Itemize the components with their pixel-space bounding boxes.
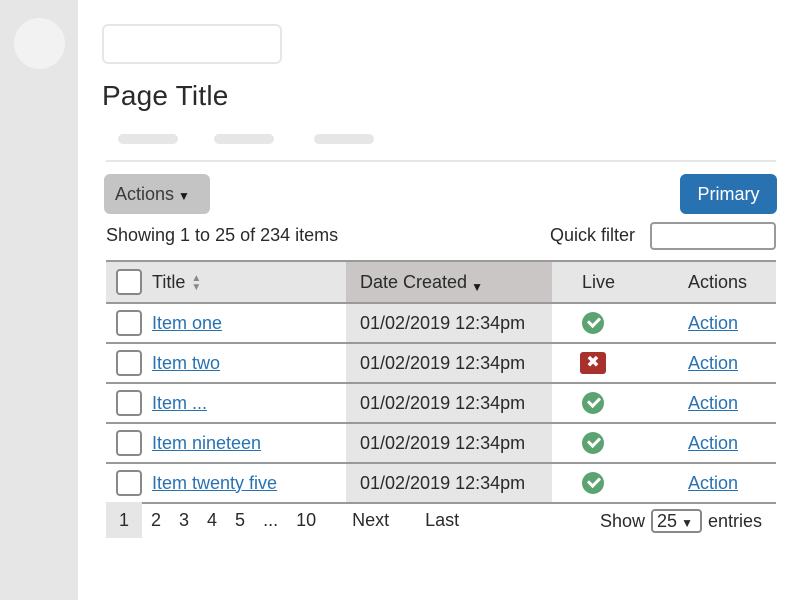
actions-button-label: Actions (115, 183, 175, 204)
actions-dropdown-button[interactable]: Actions ▼ (104, 174, 210, 214)
table-row: Item two 01/02/2019 12:34pm ✖ Action (106, 343, 776, 383)
row-date-cell: 01/02/2019 12:34pm (346, 343, 552, 383)
sort-descending-icon[interactable]: ▼ (471, 280, 483, 294)
show-label: Show (600, 510, 646, 531)
row-select-cell (106, 303, 152, 343)
check-circle-icon (582, 392, 604, 415)
row-action-link[interactable]: Action (688, 313, 738, 333)
table-header-row: Title ▲ ▼ Date Created ▼ Live Actions (106, 261, 776, 303)
page-link-4[interactable]: 4 (198, 502, 226, 538)
row-actions-cell: Action (672, 383, 776, 423)
header-divider (106, 160, 776, 162)
page-size-select[interactable]: 25 ▼ (651, 509, 703, 533)
page-link-2[interactable]: 2 (142, 502, 170, 538)
column-header-date-created[interactable]: Date Created ▼ (346, 261, 552, 303)
page-link-10[interactable]: 10 (287, 502, 325, 538)
sidebar (0, 0, 78, 600)
page-title: Page Title (102, 80, 229, 111)
row-date-cell: 01/02/2019 12:34pm (346, 303, 552, 343)
item-title-link[interactable]: Item ... (152, 393, 207, 413)
next-page-link[interactable]: Next (343, 502, 398, 538)
column-title-label: Title (152, 271, 186, 292)
table-row: Item nineteen 01/02/2019 12:34pm Action (106, 423, 776, 463)
column-date-label: Date Created (360, 271, 468, 292)
check-circle-icon (582, 432, 604, 455)
column-header-title[interactable]: Title ▲ ▼ (152, 261, 346, 303)
row-actions-cell: Action (672, 463, 776, 503)
row-title-cell: Item two (152, 343, 346, 383)
row-checkbox[interactable] (116, 350, 142, 376)
row-live-cell (552, 463, 672, 503)
showing-count-text: Showing 1 to 25 of 234 items (106, 225, 339, 245)
tab-placeholder-2[interactable] (214, 134, 274, 144)
row-action-link[interactable]: Action (688, 393, 738, 413)
row-live-cell (552, 303, 672, 343)
row-checkbox[interactable] (116, 390, 142, 416)
page-link-5[interactable]: 5 (226, 502, 254, 538)
caret-down-icon: ▼ (681, 516, 693, 530)
table-row: Item one 01/02/2019 12:34pm Action (106, 303, 776, 343)
item-title-link[interactable]: Item nineteen (152, 433, 261, 453)
page-size-value: 25 (657, 511, 678, 531)
row-checkbox[interactable] (116, 310, 142, 336)
tab-placeholder-3[interactable] (314, 134, 374, 144)
row-title-cell: Item nineteen (152, 423, 346, 463)
row-date-cell: 01/02/2019 12:34pm (346, 463, 552, 503)
item-title-link[interactable]: Item twenty five (152, 473, 277, 493)
row-checkbox[interactable] (116, 470, 142, 496)
item-title-link[interactable]: Item two (152, 353, 220, 373)
select-all-checkbox[interactable] (116, 269, 142, 295)
column-header-actions: Actions (688, 271, 748, 292)
check-circle-icon (582, 472, 604, 495)
row-select-cell (106, 423, 152, 463)
row-select-cell (106, 383, 152, 423)
table-row: Item twenty five 01/02/2019 12:34pm Acti… (106, 463, 776, 503)
items-table: Title ▲ ▼ Date Created ▼ Live Actions Item … (106, 260, 776, 504)
row-actions-cell: Action (672, 303, 776, 343)
row-action-link[interactable]: Action (688, 433, 738, 453)
row-select-cell (106, 463, 152, 503)
quick-filter-label: Quick filter (550, 225, 636, 245)
row-title-cell: Item one (152, 303, 346, 343)
header-search-input[interactable] (102, 24, 282, 64)
select-all-cell (106, 261, 152, 303)
entries-label: entries (708, 510, 763, 531)
page-link-1[interactable]: 1 (106, 502, 142, 538)
pagination-ellipsis: ... (263, 510, 279, 530)
pagination: 1 2 3 4 5... 10 Next Last (106, 502, 468, 538)
primary-button[interactable]: Primary (680, 174, 777, 214)
row-date-cell: 01/02/2019 12:34pm (346, 383, 552, 423)
quick-filter-input[interactable] (650, 222, 776, 250)
check-circle-icon (582, 312, 604, 335)
row-actions-cell: Action (672, 343, 776, 383)
row-actions-cell: Action (672, 423, 776, 463)
page-size-control: Show 25 ▼ entries (600, 509, 762, 533)
row-date-cell: 01/02/2019 12:34pm (346, 423, 552, 463)
caret-down-icon: ▼ (178, 188, 190, 203)
row-live-cell (552, 423, 672, 463)
table-row: Item ... 01/02/2019 12:34pm Action (106, 383, 776, 423)
avatar[interactable] (14, 18, 65, 69)
x-square-icon: ✖ (580, 352, 606, 375)
last-page-link[interactable]: Last (416, 502, 468, 538)
item-title-link[interactable]: Item one (152, 313, 222, 333)
sort-both-icon[interactable]: ▲ ▼ (191, 273, 201, 292)
page-link-3[interactable]: 3 (170, 502, 198, 538)
column-header-live: Live (582, 271, 616, 292)
row-action-link[interactable]: Action (688, 353, 738, 373)
row-checkbox[interactable] (116, 430, 142, 456)
row-action-link[interactable]: Action (688, 473, 738, 493)
row-title-cell: Item ... (152, 383, 346, 423)
row-live-cell: ✖ (552, 343, 672, 383)
row-live-cell (552, 383, 672, 423)
row-title-cell: Item twenty five (152, 463, 346, 503)
row-select-cell (106, 343, 152, 383)
tab-placeholder-1[interactable] (118, 134, 178, 144)
